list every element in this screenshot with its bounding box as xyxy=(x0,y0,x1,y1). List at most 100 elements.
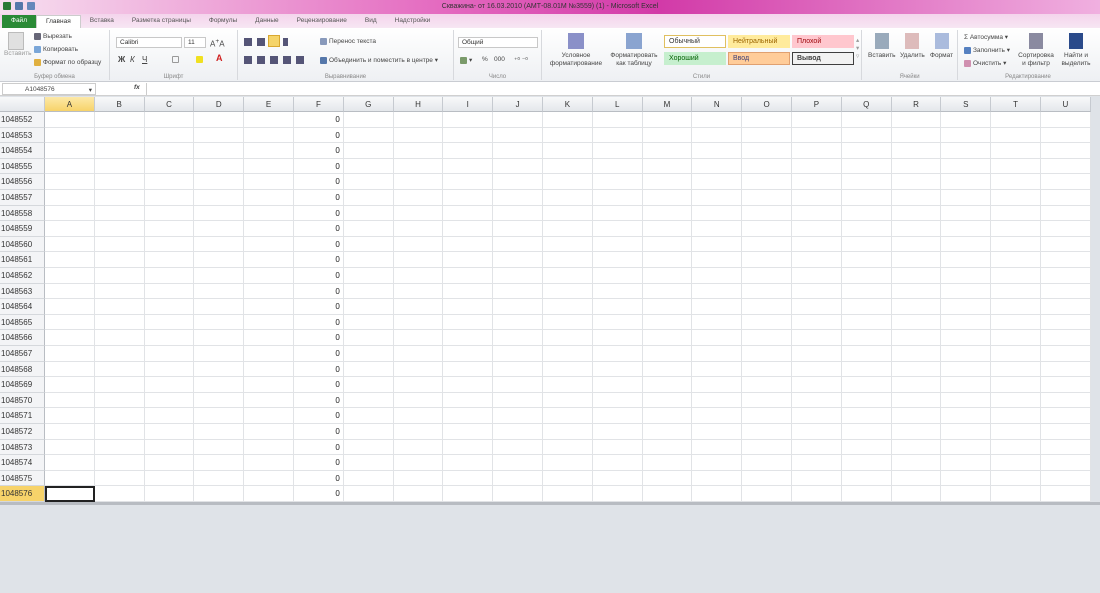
cell-J[interactable] xyxy=(493,377,543,393)
column-header-B[interactable]: B xyxy=(94,97,145,112)
cell-H[interactable] xyxy=(393,361,444,378)
cell-O[interactable] xyxy=(742,486,792,502)
cell-H[interactable] xyxy=(393,424,444,440)
cell-S[interactable] xyxy=(941,158,992,175)
cell-G[interactable] xyxy=(343,377,394,393)
cell-S[interactable] xyxy=(941,424,992,440)
cell-K[interactable] xyxy=(543,439,593,456)
grow-font-button[interactable]: A+A xyxy=(210,38,225,49)
cell-I[interactable] xyxy=(443,190,494,206)
cell-A[interactable] xyxy=(45,346,95,362)
merge-center-button[interactable]: Объединить и поместить в центре ▾ xyxy=(320,56,438,64)
cell-M[interactable] xyxy=(642,268,693,284)
cell-M[interactable] xyxy=(642,314,693,331)
cell-R[interactable] xyxy=(891,392,942,409)
cell-T[interactable] xyxy=(991,361,1041,378)
cell-G[interactable] xyxy=(343,112,394,128)
cell-R[interactable] xyxy=(891,439,942,456)
cell-U[interactable] xyxy=(1041,252,1091,268)
cell-A[interactable] xyxy=(45,283,95,300)
borders-button[interactable] xyxy=(172,56,181,63)
cell-F[interactable]: 0 xyxy=(294,314,344,331)
cell-B[interactable] xyxy=(94,408,145,424)
cell-N[interactable] xyxy=(692,470,743,487)
cell-I[interactable] xyxy=(443,158,494,175)
cell-N[interactable] xyxy=(692,299,743,315)
cell-C[interactable] xyxy=(144,112,195,128)
cell-R[interactable] xyxy=(891,314,942,331)
cell-F[interactable]: 0 xyxy=(294,299,344,315)
cell-R[interactable] xyxy=(891,174,942,190)
cell-M[interactable] xyxy=(642,143,693,159)
cell-S[interactable] xyxy=(941,283,992,300)
cell-L[interactable] xyxy=(592,455,643,471)
cell-N[interactable] xyxy=(692,190,743,206)
cell-D[interactable] xyxy=(194,112,245,128)
row-header[interactable]: 1048552 xyxy=(0,112,45,128)
cell-I[interactable] xyxy=(443,408,494,424)
cell-O[interactable] xyxy=(742,377,792,393)
cell-J[interactable] xyxy=(493,299,543,315)
cell-E[interactable] xyxy=(244,158,294,175)
cell-E[interactable] xyxy=(244,361,294,378)
style-good[interactable]: Хороший xyxy=(664,52,726,65)
cell-C[interactable] xyxy=(144,252,195,268)
cell-P[interactable] xyxy=(792,299,842,315)
cell-U[interactable] xyxy=(1041,143,1091,159)
cell-C[interactable] xyxy=(144,158,195,175)
cell-A[interactable] xyxy=(45,158,95,175)
cell-Q[interactable] xyxy=(841,346,892,362)
cell-L[interactable] xyxy=(592,346,643,362)
cell-F[interactable]: 0 xyxy=(294,455,344,471)
cell-H[interactable] xyxy=(393,268,444,284)
cell-P[interactable] xyxy=(792,174,842,190)
cell-H[interactable] xyxy=(393,221,444,237)
cell-S[interactable] xyxy=(941,205,992,222)
cell-J[interactable] xyxy=(493,470,543,487)
cell-B[interactable] xyxy=(94,330,145,346)
cell-G[interactable] xyxy=(343,143,394,159)
cell-P[interactable] xyxy=(792,221,842,237)
cell-I[interactable] xyxy=(443,236,494,253)
cell-G[interactable] xyxy=(343,486,394,502)
cell-U[interactable] xyxy=(1041,158,1091,175)
cell-G[interactable] xyxy=(343,299,394,315)
cell-C[interactable] xyxy=(144,486,195,502)
cell-D[interactable] xyxy=(194,190,245,206)
cell-U[interactable] xyxy=(1041,283,1091,300)
cell-A[interactable] xyxy=(45,299,95,315)
cell-S[interactable] xyxy=(941,299,992,315)
cell-F[interactable]: 0 xyxy=(294,486,344,502)
row-header[interactable]: 1048556 xyxy=(0,174,45,190)
cell-S[interactable] xyxy=(941,143,992,159)
row-header[interactable]: 1048563 xyxy=(0,283,45,300)
cell-P[interactable] xyxy=(792,112,842,128)
cell-U[interactable] xyxy=(1041,299,1091,315)
cell-D[interactable] xyxy=(194,174,245,190)
cell-O[interactable] xyxy=(742,392,792,409)
cell-T[interactable] xyxy=(991,392,1041,409)
cell-E[interactable] xyxy=(244,127,294,144)
cell-S[interactable] xyxy=(941,455,992,471)
cell-F[interactable]: 0 xyxy=(294,252,344,268)
column-header-N[interactable]: N xyxy=(692,97,743,112)
cell-K[interactable] xyxy=(543,174,593,190)
row-header[interactable]: 1048571 xyxy=(0,408,45,424)
cell-T[interactable] xyxy=(991,283,1041,300)
name-box[interactable]: A1048576 ▾ xyxy=(2,83,96,95)
percent-button[interactable]: % xyxy=(482,56,488,63)
cell-K[interactable] xyxy=(543,299,593,315)
cell-A[interactable] xyxy=(45,330,95,346)
cell-L[interactable] xyxy=(592,174,643,190)
cell-H[interactable] xyxy=(393,439,444,456)
cell-K[interactable] xyxy=(543,190,593,206)
cell-H[interactable] xyxy=(393,455,444,471)
cell-L[interactable] xyxy=(592,424,643,440)
cell-N[interactable] xyxy=(692,408,743,424)
cell-N[interactable] xyxy=(692,283,743,300)
cell-K[interactable] xyxy=(543,158,593,175)
cell-R[interactable] xyxy=(891,470,942,487)
cell-Q[interactable] xyxy=(841,112,892,128)
cell-D[interactable] xyxy=(194,221,245,237)
cell-T[interactable] xyxy=(991,112,1041,128)
